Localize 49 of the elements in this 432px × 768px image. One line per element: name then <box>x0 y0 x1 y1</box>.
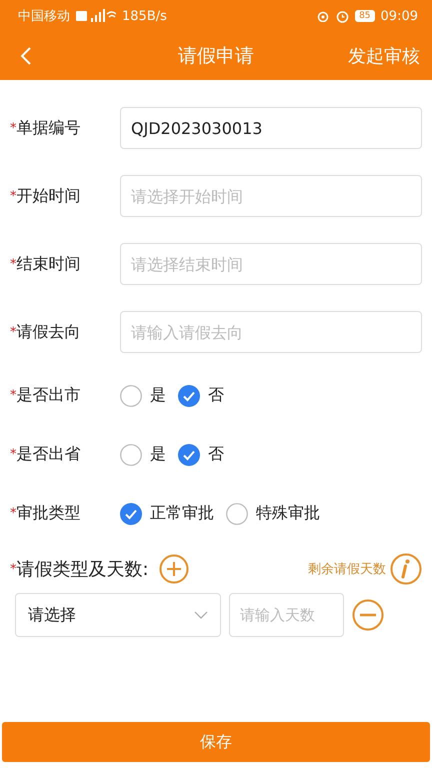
remove-icon[interactable] <box>352 599 384 631</box>
field-label: 单据编号 <box>16 118 80 138</box>
network-speed: 185B/s <box>122 8 167 24</box>
input-field[interactable]: QJD2023030013 <box>120 107 422 149</box>
required-mark: * <box>10 388 16 403</box>
remaining-days-label[interactable]: 剩余请假天数 <box>308 560 386 578</box>
back-icon[interactable] <box>20 46 32 66</box>
required-mark: * <box>10 562 16 576</box>
field-label: 请假去向 <box>16 322 80 342</box>
required-mark: * <box>10 447 16 462</box>
radio-label: 正常审批 <box>150 503 214 524</box>
chevron-down-icon <box>194 611 208 619</box>
required-mark: * <box>10 506 16 521</box>
radio-icon[interactable] <box>120 384 142 406</box>
field-label: 是否出省 <box>16 444 80 465</box>
info-icon[interactable] <box>390 553 422 585</box>
field-label: 审批类型 <box>16 503 80 524</box>
radio-label: 特殊审批 <box>256 503 320 524</box>
field-label: 结束时间 <box>16 254 80 274</box>
radio-checked-icon[interactable] <box>178 384 200 406</box>
days-input-field[interactable]: 请输入天数 <box>229 593 344 637</box>
required-mark: * <box>10 188 16 204</box>
radio-checked-icon[interactable] <box>178 444 200 466</box>
signal-icon <box>76 9 116 23</box>
required-mark: * <box>10 256 16 272</box>
section-label: 请假类型及天数: <box>16 558 149 581</box>
submit-review-button[interactable]: 发起审核 <box>348 44 420 68</box>
radio-label: 是 <box>150 385 166 406</box>
save-button[interactable]: 保存 <box>2 722 430 762</box>
radio-checked-icon[interactable] <box>120 502 142 524</box>
required-mark: * <box>10 324 16 340</box>
alarm-icon <box>336 10 350 22</box>
radio-label: 否 <box>208 385 224 406</box>
radio-label: 否 <box>208 444 224 465</box>
clock-time: 09:09 <box>380 8 418 24</box>
battery-level: 85 <box>355 10 375 22</box>
input-field[interactable]: 请输入请假去向 <box>120 311 422 353</box>
radio-label: 是 <box>150 444 166 465</box>
leave-type-dropdown[interactable]: 请选择 <box>15 593 221 637</box>
carrier-name: 中国移动 <box>18 8 70 25</box>
add-icon[interactable] <box>158 554 189 584</box>
page-title: 请假申请 <box>178 44 254 69</box>
field-label: 开始时间 <box>16 186 80 206</box>
radio-icon[interactable] <box>120 444 142 466</box>
radio-icon[interactable] <box>226 502 248 524</box>
input-field[interactable]: 请选择开始时间 <box>120 175 422 217</box>
input-field[interactable]: 请选择结束时间 <box>120 243 422 285</box>
required-mark: * <box>10 120 16 136</box>
field-label: 是否出市 <box>16 385 80 406</box>
